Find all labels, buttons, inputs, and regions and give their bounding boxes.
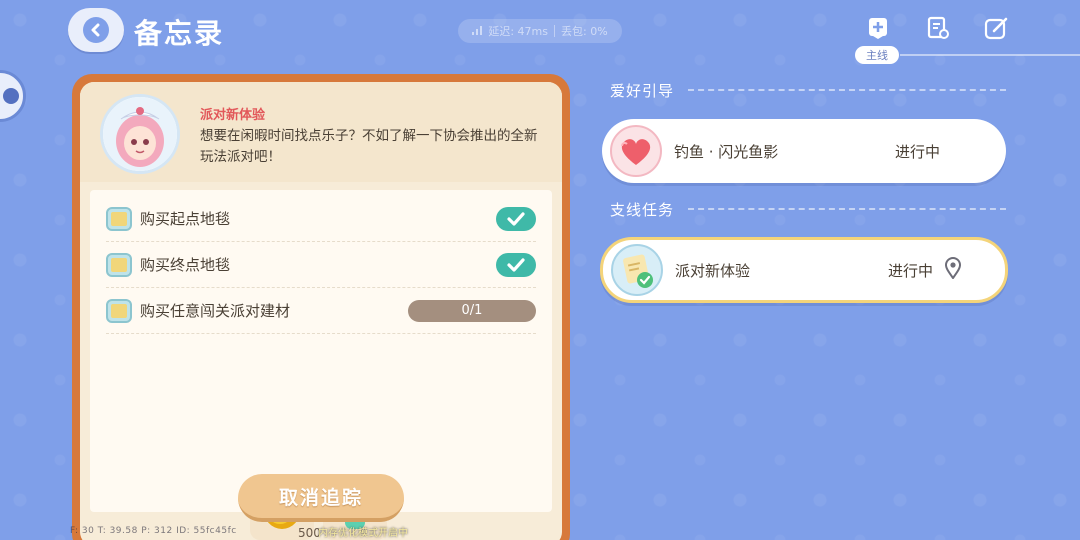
section-title: 爱好引导 (610, 81, 675, 100)
hobby-quest-card[interactable]: 钓鱼 · 闪光鱼影 进行中 (602, 119, 1006, 183)
carpet-icon (106, 206, 132, 231)
page-title: 备忘录 (134, 17, 225, 50)
packet-loss-text: 丢包: 0% (561, 25, 608, 38)
edit-note-icon[interactable] (984, 14, 1010, 42)
dashed-divider (688, 208, 1006, 210)
task-progress: 0/1 (408, 299, 536, 322)
task-label: 购买起点地毯 (140, 210, 231, 228)
latency-text: 延迟: 47ms (488, 25, 548, 38)
scroll-check-icon (611, 244, 663, 296)
heart-icon (610, 125, 662, 177)
debug-info: F: 30 T: 39.58 P: 312 ID: 55fc45fc (70, 526, 237, 536)
signal-icon (472, 25, 483, 38)
task-complete-check-icon (496, 206, 536, 231)
main-quest-tab-icon[interactable] (865, 14, 891, 42)
divider (554, 25, 555, 37)
chevron-left-icon (83, 17, 109, 43)
carpet-icon (106, 252, 132, 277)
quest-detail-panel: 派对新体验 想要在闲暇时间找点乐子？不如了解一下协会推出的全新玩法派对吧！ 购买… (72, 74, 570, 540)
task-row: 购买任意闯关派对建材 0/1 (106, 288, 536, 334)
tab-underline (900, 54, 1080, 56)
side-quest-section-header: 支线任务 (610, 199, 1006, 219)
task-complete-check-icon (496, 252, 536, 277)
quest-card-title: 钓鱼 · 闪光鱼影 (674, 142, 779, 161)
npc-avatar (100, 94, 180, 174)
side-quest-card[interactable]: 派对新体验 进行中 (600, 237, 1008, 303)
cancel-tracking-button[interactable]: 取消追踪 (238, 474, 404, 522)
quest-card-status: 进行中 (894, 142, 940, 161)
task-label: 购买终点地毯 (140, 256, 231, 274)
back-button[interactable] (68, 8, 124, 52)
quest-detail-body: 派对新体验 想要在闲暇时间找点乐子？不如了解一下协会推出的全新玩法派对吧！ 购买… (80, 82, 562, 540)
task-row: 购买终点地毯 (106, 242, 536, 288)
task-row: 购买起点地毯 (106, 196, 536, 242)
location-pin-icon[interactable] (944, 257, 965, 283)
memory-optimize-tip: 内存优化模式开启中 (318, 528, 408, 539)
quest-name: 派对新体验 (200, 108, 266, 123)
task-label: 购买任意闯关派对建材 (140, 302, 291, 320)
dashed-divider (688, 89, 1006, 91)
character-face-icon (3, 88, 19, 104)
document-list-icon[interactable] (925, 14, 951, 42)
main-quest-tag: 主线 (855, 46, 899, 64)
quest-header: 派对新体验 想要在闲暇时间找点乐子？不如了解一下协会推出的全新玩法派对吧！ (80, 82, 562, 182)
building-material-icon (106, 298, 132, 323)
quest-card-title: 派对新体验 (675, 261, 751, 280)
section-title: 支线任务 (610, 200, 675, 219)
task-list: 购买起点地毯 购买终点地毯 购买任意闯关派对建材 0/1 500 (90, 190, 552, 540)
network-status: 延迟: 47ms 丢包: 0% (458, 19, 622, 43)
quest-card-status: 进行中 (887, 261, 933, 280)
quest-description: 想要在闲暇时间找点乐子？不如了解一下协会推出的全新玩法派对吧！ (200, 128, 538, 165)
side-drawer-handle[interactable] (0, 70, 26, 122)
hobby-section-header: 爱好引导 (610, 80, 1006, 100)
